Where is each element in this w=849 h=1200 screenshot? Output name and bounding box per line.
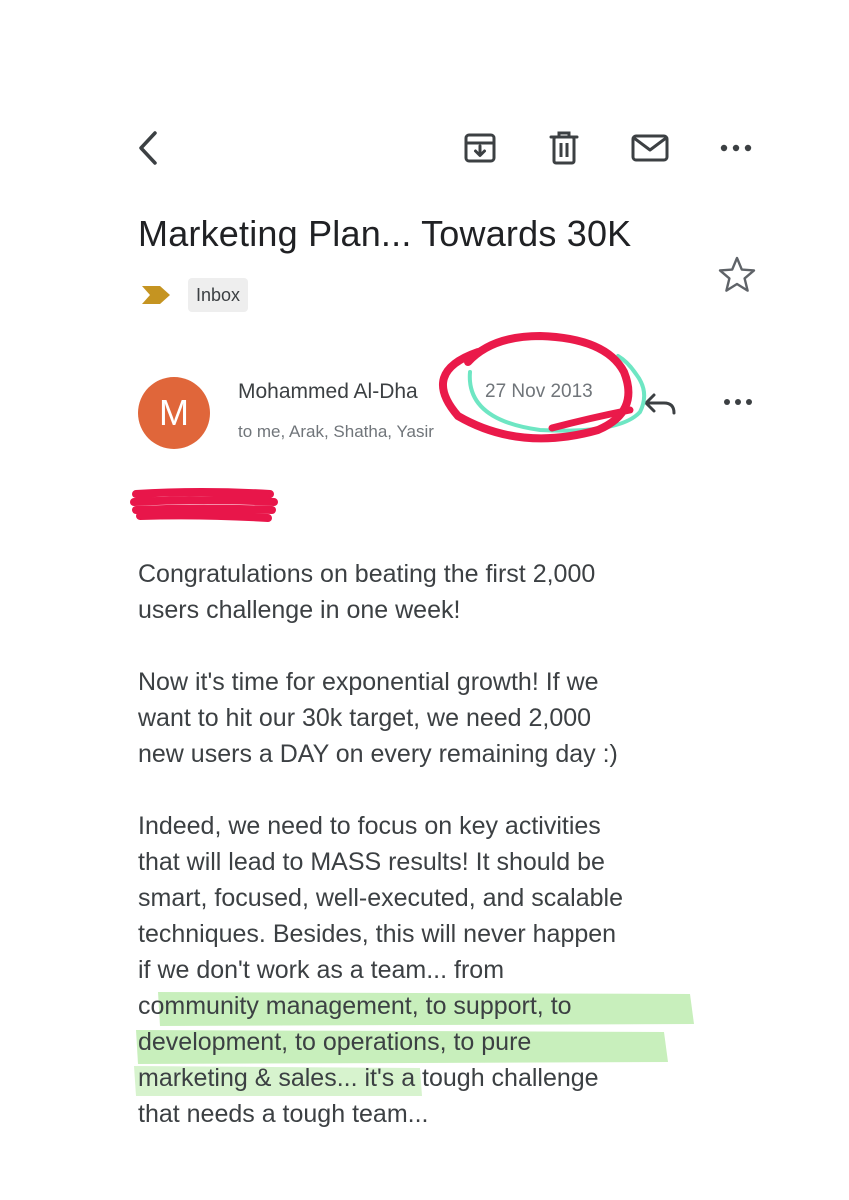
email-body-paragraph-3: Indeed, we need to focus on key activiti… bbox=[138, 808, 758, 1132]
body-line: techniques. Besides, this will never hap… bbox=[138, 920, 617, 948]
trash-icon bbox=[549, 131, 579, 165]
archive-icon bbox=[464, 133, 496, 163]
sender-avatar[interactable]: M bbox=[138, 377, 210, 449]
body-line: that needs a tough team... bbox=[138, 1100, 429, 1128]
label-row: Inbox bbox=[140, 278, 249, 312]
redaction-scribble bbox=[130, 488, 278, 522]
body-line: Congratulations on beating the first 2,0… bbox=[138, 560, 596, 588]
body-line: community management, to support, to bbox=[138, 992, 572, 1020]
message-more-button[interactable] bbox=[716, 380, 760, 424]
archive-button[interactable] bbox=[458, 126, 502, 170]
more-options-button[interactable] bbox=[714, 126, 758, 170]
more-horizontal-icon bbox=[720, 144, 752, 152]
email-date: 27 Nov 2013 bbox=[485, 381, 593, 402]
body-line: marketing & sales... it's a tough challe… bbox=[138, 1064, 599, 1092]
body-line: new users a DAY on every remaining day :… bbox=[138, 740, 618, 768]
body-line: Now it's time for exponential growth! If… bbox=[138, 668, 599, 696]
email-body-paragraph-1: Congratulations on beating the first 2,0… bbox=[138, 556, 758, 628]
back-button[interactable] bbox=[126, 126, 170, 170]
body-line: development, to operations, to pure bbox=[138, 1028, 532, 1056]
reply-icon[interactable] bbox=[640, 383, 680, 423]
star-outline-icon[interactable] bbox=[716, 254, 758, 296]
important-marker-icon bbox=[142, 286, 170, 304]
mark-unread-button[interactable] bbox=[628, 126, 672, 170]
body-line: want to hit our 30k target, we need 2,00… bbox=[138, 704, 592, 732]
email-subject: Marketing Plan... Towards 30K bbox=[138, 213, 632, 254]
body-line: smart, focused, well-executed, and scala… bbox=[138, 884, 623, 912]
body-line: Indeed, we need to focus on key activiti… bbox=[138, 812, 601, 840]
mail-icon bbox=[631, 134, 669, 162]
inbox-label-chip[interactable]: Inbox bbox=[188, 278, 249, 312]
arrow-back-icon bbox=[139, 131, 157, 165]
delete-button[interactable] bbox=[542, 126, 586, 170]
more-horizontal-icon bbox=[724, 399, 752, 405]
email-body-paragraph-2: Now it's time for exponential growth! If… bbox=[138, 664, 758, 772]
sender-name: Mohammed Al-Dha bbox=[238, 380, 418, 403]
recipients-summary[interactable]: to me, Arak, Shatha, Yasir bbox=[238, 420, 434, 444]
body-line: that will lead to MASS results! It shoul… bbox=[138, 848, 605, 876]
body-line: users challenge in one week! bbox=[138, 596, 461, 624]
body-line: if we don't work as a team... from bbox=[138, 956, 505, 984]
